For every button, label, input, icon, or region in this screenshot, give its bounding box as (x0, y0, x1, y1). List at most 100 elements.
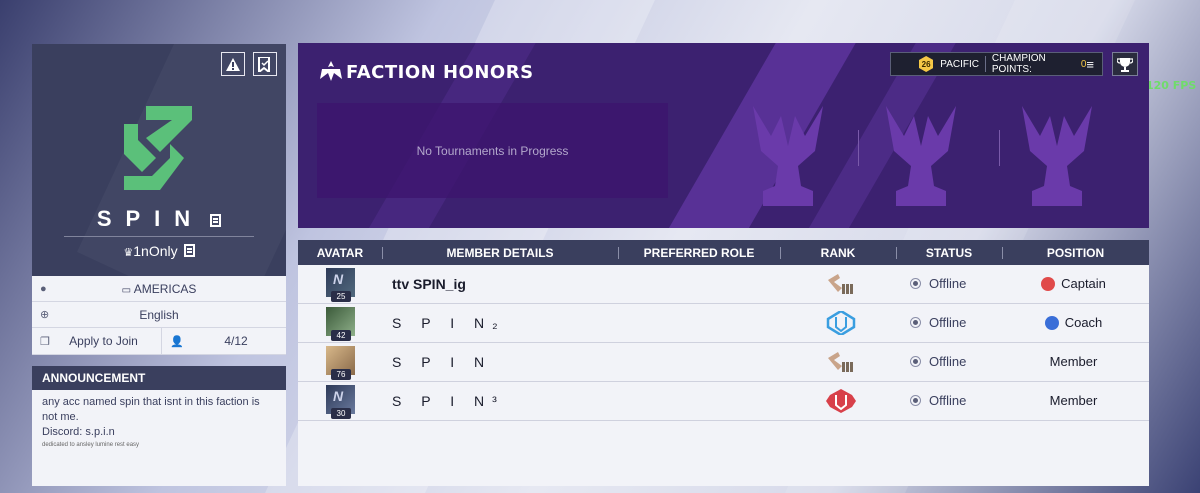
trophy-icon (1022, 106, 1092, 206)
status-dot-icon (910, 356, 921, 367)
status-text: Offline (929, 276, 967, 291)
tournament-box: No Tournaments in Progress (317, 103, 668, 198)
column-header: PREFERRED ROLE (643, 245, 755, 260)
warning-icon (226, 57, 240, 71)
users-icon: 👤 (170, 335, 184, 348)
status-dot-icon (910, 395, 921, 406)
apply-to-join-label: Apply to Join (69, 334, 138, 348)
faction-honors-panel: FACTION HONORS No Tournaments in Progres… (298, 43, 1149, 228)
status-dot-icon (910, 317, 921, 328)
position-text: Member (1049, 393, 1098, 408)
faction-name-text: SPIN (96, 206, 205, 231)
owner-name: 1nOnly (133, 243, 178, 259)
faction-header: SPIN ♛1nOnly (32, 44, 286, 276)
member-name: ttv SPIN_ig (392, 276, 466, 292)
level-badge: 76 (331, 369, 351, 380)
position: Member (998, 393, 1149, 408)
status-text: Offline (929, 393, 967, 408)
column-header: MEMBER DETAILS (446, 245, 554, 260)
coach-icon (1044, 315, 1059, 330)
status: Offline (910, 393, 966, 408)
fps-counter: 120 FPS (1146, 79, 1197, 92)
status: Offline (910, 354, 966, 369)
region-label: PACIFIC (940, 58, 979, 70)
divider (64, 236, 254, 237)
champion-points-label: CHAMPION POINTS: (991, 53, 1046, 75)
divider (999, 130, 1000, 166)
status-text: Offline (929, 315, 967, 330)
status: Offline (910, 276, 966, 291)
menu-icon[interactable]: ≡ (1086, 57, 1094, 72)
champion-points-bar: 26 PACIFIC CHAMPION POINTS: 0 ≡ (890, 52, 1103, 76)
announcement-header: ANNOUNCEMENT (32, 366, 286, 390)
table-row[interactable]: 42 S P I N₂ Offline Coach (298, 304, 1149, 343)
flag-icon (258, 56, 270, 72)
location-pin-icon: ● (40, 282, 47, 295)
member-name: S P I N (392, 354, 493, 370)
rank-icon (826, 311, 856, 335)
apply-to-join-button[interactable]: ❐ Apply to Join (32, 328, 162, 354)
status-text: Offline (929, 354, 967, 369)
rank-icon (826, 389, 856, 413)
column-header: RANK (820, 245, 856, 260)
announcement-body: any acc named spin that isnt in this fac… (32, 390, 286, 455)
faction-logo-icon (124, 106, 192, 190)
faction-info: ● ▭ AMERICAS ⊕ English ❐ Apply to Join 👤… (32, 276, 286, 355)
honors-title: FACTION HONORS (346, 62, 534, 83)
table-row[interactable]: N 25 ttv SPIN_ig Offline Captain (298, 265, 1149, 304)
faction-log-button[interactable] (253, 52, 277, 76)
divider (858, 130, 859, 166)
column-header: AVATAR (316, 245, 364, 260)
faction-name: SPIN (32, 206, 286, 232)
faction-honors-icon (320, 61, 342, 81)
announcement-dedication: dedicated to ansley lumine rest easy (42, 442, 140, 448)
trophy-icon (1117, 57, 1133, 72)
region-value: AMERICAS (133, 281, 197, 296)
position: Coach (998, 315, 1149, 330)
region-level-badge: 26 (919, 56, 934, 72)
divider (984, 56, 986, 72)
report-button[interactable] (221, 52, 245, 76)
position-text: Coach (1064, 315, 1103, 330)
tournament-status: No Tournaments in Progress (416, 143, 569, 158)
crown-icon: ♛ (123, 247, 134, 259)
level-badge: 42 (331, 330, 351, 341)
position-text: Member (1049, 354, 1098, 369)
region-value-wrap: ▭ AMERICAS (32, 282, 286, 296)
table-row[interactable]: 76 S P I N Offline Member (298, 343, 1149, 382)
status: Offline (910, 315, 966, 330)
announcement-line: Discord: s.p.i.n (42, 426, 115, 438)
trophy-icon (753, 106, 823, 206)
join-row: ❐ Apply to Join 👤 4/12 (32, 328, 286, 355)
region-row: ● ▭ AMERICAS (32, 276, 286, 302)
status-dot-icon (910, 278, 921, 289)
column-header: STATUS (925, 245, 973, 260)
position: Member (998, 354, 1149, 369)
captain-star-icon (1041, 276, 1056, 291)
document-icon (183, 244, 195, 257)
member-name: S P I N₂ (392, 315, 506, 331)
monitor-icon: ▭ (121, 284, 132, 296)
rank-icon (828, 274, 853, 294)
position: Captain (998, 276, 1149, 291)
globe-icon: ⊕ (40, 309, 50, 321)
trophy-button[interactable] (1112, 52, 1138, 76)
level-badge: 25 (331, 291, 351, 302)
trophy-icon (886, 106, 956, 206)
rank-icon (828, 352, 853, 372)
document-icon (210, 214, 222, 227)
table-row[interactable]: N 30 S P I N³ Offline Member (298, 382, 1149, 421)
language-value: English (139, 307, 179, 322)
member-name: S P I N³ (392, 393, 505, 409)
column-header: POSITION (1046, 245, 1105, 260)
copy-icon: ❐ (40, 335, 50, 348)
faction-owner: ♛1nOnly (32, 243, 286, 259)
table-header: AVATAR MEMBER DETAILS PREFERRED ROLE RAN… (298, 240, 1149, 265)
position-text: Captain (1061, 276, 1106, 291)
faction-profile-panel: SPIN ♛1nOnly ● ▭ AMERICAS ⊕ English ❐ Ap… (32, 44, 286, 486)
members-table: AVATAR MEMBER DETAILS PREFERRED ROLE RAN… (298, 240, 1149, 486)
member-count: 👤 4/12 (162, 328, 286, 354)
announcement-line: any acc named spin that isnt in this fac… (42, 396, 260, 423)
language-row: ⊕ English (32, 302, 286, 328)
level-badge: 30 (331, 408, 351, 419)
